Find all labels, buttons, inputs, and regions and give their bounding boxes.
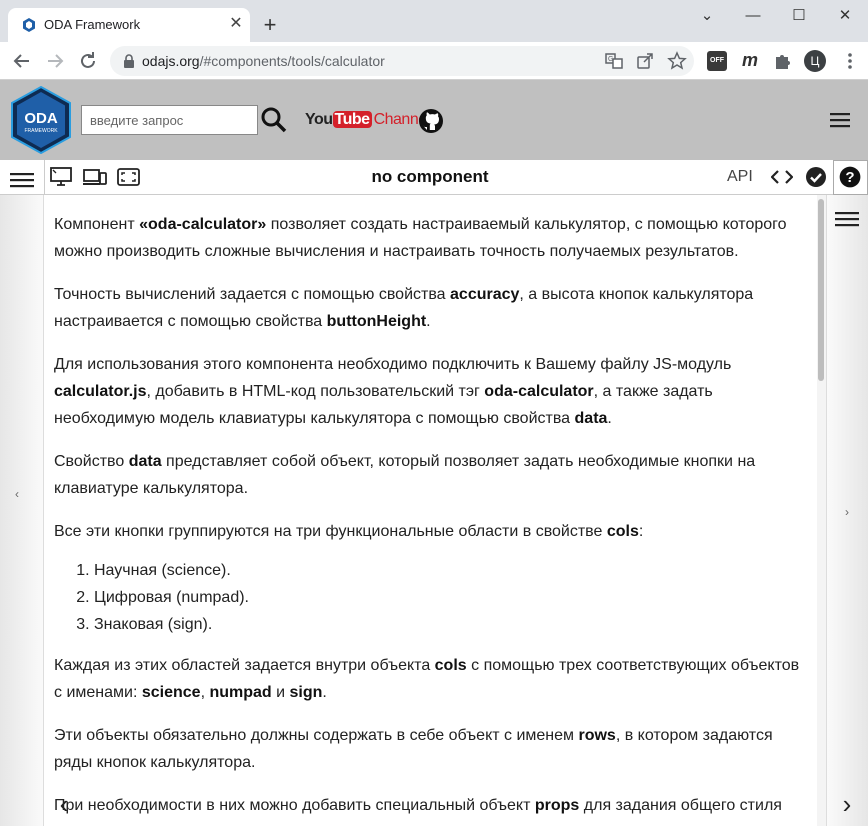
term: accuracy: [450, 286, 520, 303]
window-close-button[interactable]: ✕: [822, 0, 868, 32]
term: buttonHeight: [326, 313, 427, 330]
text: При необходимости в них можно добавить с…: [54, 797, 535, 814]
extensions-puzzle-icon[interactable]: [772, 51, 792, 71]
paragraph: Эти объекты обязательно должны содержать…: [54, 722, 809, 776]
previous-page-arrow-icon[interactable]: ‹: [52, 790, 76, 818]
api-button[interactable]: API: [727, 168, 753, 186]
share-icon[interactable]: [635, 51, 655, 71]
term: data: [128, 453, 162, 470]
browser-tab-strip: ODA Framework ✕ + ⌄ — ☐ ✕: [0, 0, 868, 42]
term: sign: [289, 684, 323, 701]
paragraph: Для использования этого компонента необх…: [54, 351, 809, 432]
github-icon[interactable]: [418, 108, 444, 134]
paragraph: Свойство data представляет собой объект,…: [54, 448, 809, 502]
text: и: [271, 684, 290, 701]
site-search-input[interactable]: [81, 105, 258, 135]
list-item: Знаковая (sign).: [94, 611, 809, 638]
tab-title: ODA Framework: [44, 17, 141, 32]
paragraph: При необходимости в них можно добавить с…: [54, 792, 809, 819]
forward-arrow-icon[interactable]: [43, 49, 67, 73]
text: Все эти кнопки группируются на три функц…: [54, 523, 607, 540]
new-tab-button[interactable]: +: [258, 13, 282, 37]
term: cols: [606, 523, 639, 540]
text: Каждая из этих областей задается внутри …: [54, 657, 435, 674]
text: .: [426, 313, 431, 330]
text: Свойство: [54, 453, 129, 470]
term: data: [574, 410, 608, 427]
list-item: Научная (science).: [94, 557, 809, 584]
text: Эти объекты обязательно должны содержать…: [54, 727, 579, 744]
text: Компонент: [54, 216, 140, 233]
youtube-you-text: You: [305, 111, 333, 128]
text: , добавить в HTML-код пользовательский т…: [146, 383, 485, 400]
help-icon[interactable]: ?: [833, 160, 868, 195]
address-bar[interactable]: odajs.org/#components/tools/calculator G: [110, 46, 694, 76]
svg-text:G: G: [608, 56, 613, 63]
browser-tab[interactable]: ODA Framework ✕: [8, 8, 250, 42]
url-text[interactable]: odajs.org/#components/tools/calculator: [142, 53, 385, 69]
profile-avatar[interactable]: Ц: [804, 50, 826, 72]
right-panel-collapse-icon[interactable]: ›: [845, 505, 849, 519]
youtube-tube-text: Tube: [332, 111, 372, 128]
term: calculator.js: [54, 383, 147, 400]
term: cols: [434, 657, 467, 674]
text: для задания общего стиля: [579, 797, 782, 814]
right-side-panel: ›: [826, 195, 868, 826]
translate-icon[interactable]: G: [604, 51, 624, 71]
text: Для использования этого компонента необх…: [54, 356, 732, 373]
browser-toolbar: odajs.org/#components/tools/calculator G…: [0, 42, 868, 80]
hamburger-menu-icon[interactable]: [830, 110, 852, 130]
oda-logo[interactable]: ODA FRAMEWORK: [10, 86, 72, 154]
text: .: [322, 684, 327, 701]
paragraph: Точность вычислений задается с помощью с…: [54, 281, 809, 335]
lock-icon[interactable]: [122, 53, 136, 69]
term: props: [534, 797, 580, 814]
right-panel-menu-icon[interactable]: [835, 209, 859, 229]
term: numpad: [209, 684, 272, 701]
term: rows: [578, 727, 616, 744]
ordered-list: Научная (science). Цифровая (numpad). Зн…: [94, 557, 809, 638]
youtube-channel-link[interactable]: You Tube Channel: [305, 111, 430, 131]
left-panel-collapse-icon[interactable]: ‹: [15, 487, 19, 501]
oda-favicon-icon: [23, 18, 35, 32]
extension-m-icon[interactable]: m: [740, 51, 760, 71]
text: .: [607, 410, 612, 427]
list-item: Цифровая (numpad).: [94, 584, 809, 611]
scrollbar-thumb[interactable]: [818, 199, 824, 381]
window-maximize-button[interactable]: ☐: [776, 0, 822, 32]
text: Точность вычислений задается с помощью с…: [54, 286, 451, 303]
extension-off-icon[interactable]: OFF: [707, 51, 727, 71]
url-host: odajs.org: [142, 53, 200, 69]
left-side-panel: ‹: [0, 195, 44, 826]
back-arrow-icon[interactable]: [10, 49, 34, 73]
check-circle-icon[interactable]: [805, 166, 827, 188]
paragraph: Компонент «oda-calculator» позволяет соз…: [54, 211, 809, 265]
site-header: ODA FRAMEWORK YouTubeChannel: [0, 80, 868, 160]
logo-subtext: FRAMEWORK: [24, 128, 58, 134]
search-icon[interactable]: [260, 106, 288, 134]
article-content: Компонент «oda-calculator» позволяет соз…: [45, 195, 817, 826]
term: science: [141, 684, 201, 701]
browser-menu-icon[interactable]: [840, 51, 860, 71]
paragraph: Все эти кнопки группируются на три функц…: [54, 518, 809, 545]
logo-text: ODA: [24, 110, 58, 127]
reload-icon[interactable]: [76, 49, 100, 73]
content-scrollbar[interactable]: [817, 195, 826, 826]
tab-search-icon[interactable]: ⌄: [684, 0, 730, 32]
paragraph: Каждая из этих областей задается внутри …: [54, 652, 809, 706]
term: «oda-calculator»: [139, 216, 267, 233]
text: :: [638, 523, 644, 540]
component-toolbar: no component API ?: [0, 160, 868, 195]
url-path: /#components/tools/calculator: [199, 53, 385, 69]
svg-text:?: ?: [845, 169, 854, 186]
bookmark-star-icon[interactable]: [667, 51, 687, 71]
code-icon[interactable]: [771, 167, 793, 187]
tab-close-icon[interactable]: ✕: [226, 14, 246, 34]
window-minimize-button[interactable]: —: [730, 0, 776, 32]
next-page-arrow-icon[interactable]: ›: [835, 790, 859, 818]
term: oda-calculator: [484, 383, 594, 400]
